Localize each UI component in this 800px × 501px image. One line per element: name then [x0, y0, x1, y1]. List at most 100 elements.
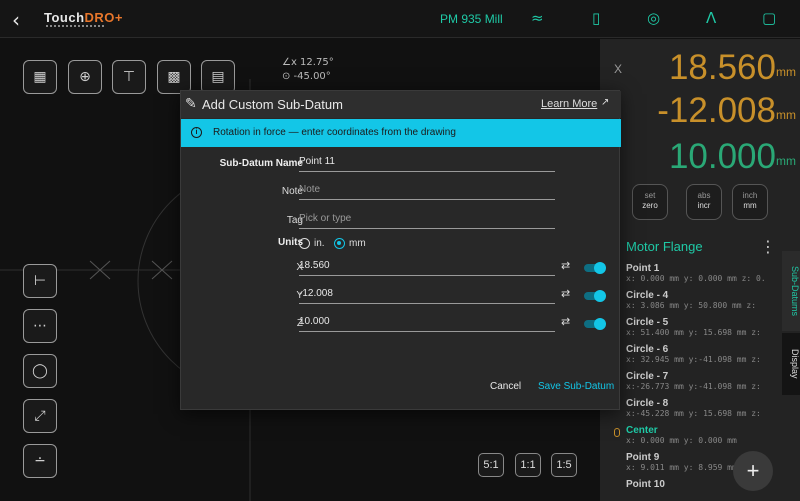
- list-item[interactable]: Center x: 0.000 mm y: 0.000 mm: [626, 425, 784, 452]
- list-item[interactable]: Circle - 8 x:-45.228 mm y: 15.698 mm z:: [626, 398, 784, 425]
- top-bar: ‹ TouchDRO+ PM 935 Mill ≈ ▯ ◎ Λ ▢: [0, 0, 800, 38]
- list-item[interactable]: Circle - 5 x: 51.400 mm y: 15.698 mm z:: [626, 317, 784, 344]
- info-icon: i: [191, 127, 202, 138]
- x-axis-letter: X: [614, 62, 623, 76]
- logo-accent: DRO+: [84, 10, 124, 25]
- set-zero-top: set: [644, 191, 656, 200]
- line-tool-button[interactable]: ⊢: [23, 264, 57, 298]
- zoom-1-5-button[interactable]: 1:5: [551, 453, 577, 477]
- dialog-header: ✎ Add Custom Sub-Datum Learn More ↗: [181, 91, 621, 118]
- abs-incr-top: abs: [697, 191, 711, 200]
- subdatum-name: Center: [626, 425, 658, 436]
- wifi-icon[interactable]: ≈: [531, 9, 544, 27]
- list-item[interactable]: Circle - 7 x:-26.773 mm y:-41.098 mm z:: [626, 371, 784, 398]
- probe-tool-button[interactable]: ⊤: [112, 60, 146, 94]
- point-pattern-tool-button[interactable]: ⋯: [23, 309, 57, 343]
- y-axis-unit: mm: [776, 108, 796, 122]
- note-input[interactable]: Note: [299, 184, 555, 200]
- z-axis-unit: mm: [776, 154, 796, 168]
- crosshair-tool-button[interactable]: ⊕: [68, 60, 102, 94]
- back-arrow-icon[interactable]: ‹: [12, 8, 20, 32]
- nodes-tool-button[interactable]: ∸: [23, 444, 57, 478]
- subdatum-name: Circle - 4: [626, 290, 669, 301]
- inch-mm-top: inch: [742, 191, 758, 200]
- document-icon: ▤: [211, 69, 225, 85]
- zoom-1-1-button[interactable]: 1:1: [515, 453, 541, 477]
- arrows-tool-button[interactable]: ⤢: [23, 399, 57, 433]
- save-subdatum-button[interactable]: Save Sub-Datum: [538, 381, 614, 392]
- add-subdatum-dialog: ✎ Add Custom Sub-Datum Learn More ↗ i Ro…: [180, 90, 621, 410]
- circle-tool-button[interactable]: ◯: [23, 354, 57, 388]
- fullscreen-icon[interactable]: ▢: [762, 9, 776, 27]
- x-axis-readout[interactable]: X 18.560 mm: [600, 48, 800, 88]
- cube-icon: ▦: [33, 69, 47, 85]
- edit-icon: ✎: [185, 96, 197, 112]
- tag-input[interactable]: Pick or type: [299, 213, 555, 229]
- abs-incr-button[interactable]: abs incr: [686, 184, 722, 220]
- y-swap-icon[interactable]: ⇄: [561, 287, 570, 300]
- logo-main: Touch: [44, 10, 85, 25]
- units-inch-radio[interactable]: [299, 238, 310, 249]
- list-item[interactable]: Circle - 6 x: 32.945 mm y:-41.098 mm z:: [626, 344, 784, 371]
- z-swap-icon[interactable]: ⇄: [561, 315, 570, 328]
- x-axis-value: 18.560: [668, 48, 776, 87]
- y-enable-toggle[interactable]: [584, 290, 606, 302]
- x-swap-icon[interactable]: ⇄: [561, 259, 570, 272]
- cancel-button[interactable]: Cancel: [490, 381, 521, 392]
- y-axis-value: -12.008: [657, 91, 776, 130]
- machine-name[interactable]: PM 935 Mill: [440, 12, 503, 26]
- tab-sub-datums[interactable]: Sub-Datums: [782, 251, 800, 331]
- name-label: Sub-Datum Name: [219, 158, 303, 169]
- learn-more-link[interactable]: Learn More: [541, 98, 597, 110]
- external-link-icon[interactable]: ↗: [601, 97, 609, 108]
- y-coordinate-input[interactable]: -12.008: [299, 288, 555, 304]
- z-enable-toggle[interactable]: [584, 318, 606, 330]
- subdatum-name: Point 1: [626, 263, 660, 274]
- inch-mm-bottom: mm: [743, 201, 757, 210]
- fence-tool-button[interactable]: ▩: [157, 60, 191, 94]
- list-item[interactable]: Circle - 4 x: 3.086 mm y: 50.800 mm z:: [626, 290, 784, 317]
- z-axis-value: 10.000: [668, 137, 776, 176]
- app-root: ‹ TouchDRO+ PM 935 Mill ≈ ▯ ◎ Λ ▢ ▦ ⊕ ⊤ …: [0, 0, 800, 501]
- tab-display[interactable]: Display: [782, 333, 800, 395]
- units-mm-radio[interactable]: [334, 238, 345, 249]
- set-zero-button[interactable]: set zero: [632, 184, 668, 220]
- subdatum-name-input[interactable]: Point 11: [299, 156, 555, 172]
- subdatum-coords: x: 3.086 mm y: 50.800 mm z:: [626, 301, 757, 310]
- rotation-angle-readout: ∠x 12.75°: [282, 57, 334, 68]
- x-axis-unit: mm: [776, 65, 796, 79]
- zoom-5-1-button[interactable]: 5:1: [478, 453, 504, 477]
- units-inch-label[interactable]: in.: [314, 238, 325, 249]
- subdatum-coords: x:-26.773 mm y:-41.098 mm z:: [626, 382, 761, 391]
- list-item[interactable]: Point 1 x: 0.000 mm y: 0.000 mm z: 0.: [626, 263, 784, 290]
- tablet-icon[interactable]: ▯: [592, 9, 600, 27]
- banner-text: Rotation in force — enter coordinates fr…: [213, 127, 456, 138]
- dots-line-icon: ⋯: [33, 318, 47, 334]
- notes-tool-button[interactable]: ▤: [201, 60, 235, 94]
- add-subdatum-fab[interactable]: +: [733, 451, 773, 491]
- y-axis-readout[interactable]: -12.008 mm: [600, 91, 800, 131]
- probe-icon: ⊤: [122, 69, 136, 85]
- x-coordinate-input[interactable]: 18.560: [299, 260, 555, 276]
- circle-icon: ◯: [32, 363, 48, 379]
- datum-set-title[interactable]: Motor Flange: [626, 239, 703, 254]
- subdatum-coords: x: 51.400 mm y: 15.698 mm z:: [626, 328, 761, 337]
- x-enable-toggle[interactable]: [584, 262, 606, 274]
- subdatum-coords: x: 32.945 mm y:-41.098 mm z:: [626, 355, 761, 364]
- units-mm-label[interactable]: mm: [349, 238, 366, 249]
- abs-incr-bottom: incr: [697, 201, 711, 210]
- inch-mm-button[interactable]: inch mm: [732, 184, 768, 220]
- set-zero-bottom: zero: [642, 201, 658, 210]
- fence-icon: ▩: [167, 69, 181, 85]
- z-axis-readout[interactable]: 10.000 mm: [600, 137, 800, 177]
- center-marker-icon: [614, 428, 620, 437]
- z-coordinate-input[interactable]: 10.000: [299, 316, 555, 332]
- subdatum-name: Circle - 8: [626, 398, 669, 409]
- broadcast-icon[interactable]: ◎: [647, 9, 660, 27]
- compass-icon[interactable]: Λ: [706, 9, 716, 27]
- line-icon: ⊢: [33, 273, 47, 289]
- subdatum-coords: x: 0.000 mm y: 0.000 mm z: 0.: [626, 274, 766, 283]
- dialog-title: Add Custom Sub-Datum: [202, 97, 343, 112]
- more-options-icon[interactable]: ⋮: [760, 237, 776, 256]
- view-3d-tool-button[interactable]: ▦: [23, 60, 57, 94]
